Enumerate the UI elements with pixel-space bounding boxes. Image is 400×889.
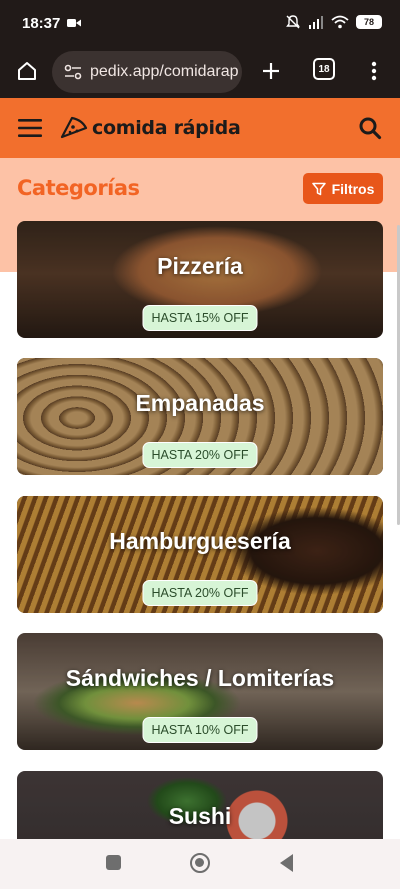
search-icon	[359, 117, 382, 140]
more-vert-icon	[371, 61, 377, 81]
funnel-icon	[311, 182, 326, 195]
category-name: Sushi	[168, 803, 232, 829]
hamburger-icon	[18, 119, 42, 137]
home-button[interactable]	[12, 56, 42, 86]
category-name: Sándwiches / Lomiterías	[65, 665, 335, 691]
browser-toolbar: pedix.app/comidarap 18	[0, 46, 400, 98]
battery-indicator: 78	[356, 15, 382, 29]
home-icon	[18, 62, 36, 80]
back-button[interactable]	[280, 854, 293, 872]
category-name: Pizzería	[157, 253, 243, 279]
plus-icon	[263, 63, 279, 79]
discount-badge: HASTA 20% OFF	[142, 580, 258, 606]
app-header: comida rápida	[0, 98, 400, 158]
system-nav-bar	[0, 839, 400, 889]
category-card-hamburgueseria[interactable]: Hamburguesería HASTA 20% OFF	[17, 496, 383, 613]
category-card-empanadas[interactable]: Empanadas HASTA 20% OFF	[17, 358, 383, 475]
category-card-sandwiches[interactable]: Sándwiches / Lomiterías HASTA 10% OFF	[17, 633, 383, 750]
app-logo[interactable]: comida rápida	[60, 112, 241, 144]
signal-icon	[309, 16, 323, 29]
discount-badge: HASTA 20% OFF	[142, 442, 258, 468]
filter-button[interactable]: Filtros	[303, 173, 383, 204]
categories-title: Categorías	[17, 176, 140, 200]
wifi-icon	[331, 15, 349, 29]
discount-badge: HASTA 10% OFF	[142, 717, 258, 743]
status-bar: 18:37 78	[0, 0, 400, 46]
menu-button[interactable]	[16, 114, 44, 142]
tune-icon[interactable]	[64, 64, 82, 80]
search-button[interactable]	[356, 114, 384, 142]
bell-off-icon	[286, 15, 300, 29]
browser-menu-button[interactable]	[362, 56, 386, 86]
category-name: Empanadas	[135, 390, 265, 416]
new-tab-button[interactable]	[256, 56, 286, 86]
discount-badge: HASTA 15% OFF	[142, 305, 258, 331]
category-name: Hamburguesería	[109, 528, 291, 554]
url-text: pedix.app/comidarap	[90, 63, 239, 80]
tab-switcher-button[interactable]: 18	[313, 58, 335, 80]
pizza-slice-icon	[60, 116, 88, 139]
filter-label: Filtros	[331, 180, 375, 197]
recents-button[interactable]	[106, 855, 121, 870]
status-icons: 78	[285, 14, 382, 30]
logo-text: comida rápida	[92, 117, 241, 139]
category-card-pizzeria[interactable]: Pizzería HASTA 15% OFF	[17, 221, 383, 338]
home-nav-button[interactable]	[190, 853, 210, 873]
status-time: 18:37	[22, 15, 61, 32]
address-bar[interactable]: pedix.app/comidarap	[52, 51, 242, 93]
video-camera-icon	[67, 19, 81, 27]
